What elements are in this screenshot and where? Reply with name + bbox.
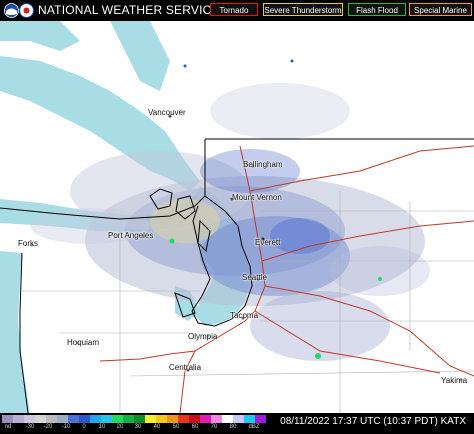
- legend-swatch: [167, 415, 178, 423]
- legend-swatch: [24, 415, 35, 423]
- legend-swatch: [134, 415, 145, 423]
- legend-swatch: [46, 415, 57, 423]
- legend-nd-label: nd: [4, 424, 12, 430]
- city-label-centralia: Centralia: [169, 363, 202, 372]
- legend-swatch: [35, 415, 46, 423]
- legend-swatch: [244, 415, 255, 423]
- legend-tick: 80: [229, 424, 237, 430]
- city-label-everett: Everett: [255, 238, 281, 247]
- timestamp-text: 08/11/2022 17:37 UTC (10:37 PDT): [280, 416, 438, 427]
- legend-swatch: [2, 415, 13, 423]
- city-label-hoquiam: Hoquiam: [67, 338, 100, 347]
- legend-swatch: [57, 415, 68, 423]
- legend-swatch: [233, 415, 244, 423]
- city-label-vancouver: Vancouver: [148, 108, 186, 117]
- city-label-seattle: Seattle: [242, 273, 267, 282]
- legend-tick: 60: [191, 424, 199, 430]
- radar-map[interactable]: Vancouver Bellingham Mount Vernon Everet…: [0, 21, 474, 414]
- legend-swatch: [101, 415, 112, 423]
- legend-swatch: [156, 415, 167, 423]
- legend-tick: 40: [153, 424, 161, 430]
- page-title: NATIONAL WEATHER SERVICE: [38, 3, 220, 17]
- legend-bar: nd -30 -20 -10 0 10 20 30 40 50 60 70 80…: [0, 413, 474, 434]
- noaa-nws-logos: [4, 3, 34, 18]
- legend-swatch: [255, 415, 266, 423]
- legend-swatch: [123, 415, 134, 423]
- legend-swatch: [189, 415, 200, 423]
- legend-tick: -20: [43, 424, 53, 430]
- legend-swatch: [178, 415, 189, 423]
- reflectivity-color-scale: [2, 415, 266, 423]
- map-canvas: [0, 21, 474, 414]
- legend-swatch: [13, 415, 24, 423]
- tornado-warning-button[interactable]: Tornado: [210, 3, 258, 16]
- city-label-bellingham: Bellingham: [243, 160, 283, 169]
- legend-tick: 10: [98, 424, 106, 430]
- legend-swatch: [200, 415, 211, 423]
- legend-tick: 0: [82, 424, 86, 430]
- legend-swatch: [222, 415, 233, 423]
- radar-timestamp: 08/11/2022 17:37 UTC (10:37 PDT) KATX: [280, 416, 466, 427]
- flash-flood-warning-button[interactable]: Flash Flood: [348, 3, 406, 16]
- header-bar: NATIONAL WEATHER SERVICE Tornado Severe …: [0, 0, 474, 21]
- legend-tick: 70: [210, 424, 218, 430]
- city-label-mount-vernon: Mount Vernon: [232, 193, 282, 202]
- legend-swatch: [145, 415, 156, 423]
- city-label-forks: Forks: [18, 239, 38, 248]
- legend-tick: -10: [61, 424, 71, 430]
- legend-tick: 50: [172, 424, 180, 430]
- legend-swatch: [90, 415, 101, 423]
- legend-unit-label: dBZ: [248, 424, 260, 430]
- special-marine-warning-button[interactable]: Special Marine: [409, 3, 472, 16]
- legend-swatch: [211, 415, 222, 423]
- legend-tick: 30: [134, 424, 142, 430]
- severe-thunderstorm-warning-button[interactable]: Severe Thunderstorm: [263, 3, 343, 16]
- legend-swatch: [68, 415, 79, 423]
- legend-tick: -30: [25, 424, 35, 430]
- city-label-port-angeles: Port Angeles: [108, 231, 154, 240]
- city-label-yakima: Yakima: [441, 376, 468, 385]
- city-label-tacoma: Tacoma: [230, 311, 259, 320]
- legend-tick: 20: [116, 424, 124, 430]
- city-label-olympia: Olympia: [188, 332, 218, 341]
- legend-swatch: [112, 415, 123, 423]
- legend-swatch: [79, 415, 90, 423]
- station-id: KATX: [440, 416, 466, 427]
